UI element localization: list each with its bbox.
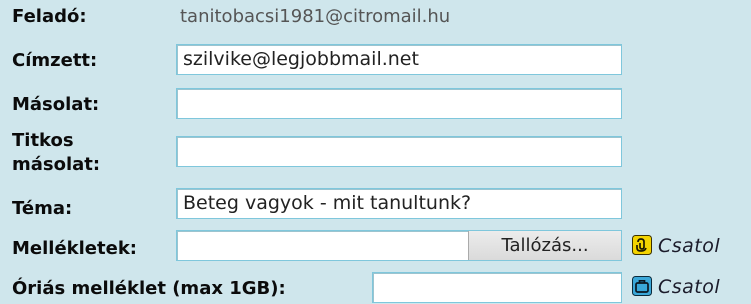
big-attachment-field[interactable] (372, 272, 622, 303)
attachment-file-field[interactable]: Tallózás... (176, 230, 622, 261)
bcc-field[interactable] (176, 136, 622, 167)
from-label: Feladó: (12, 6, 87, 27)
attach-label: Csatol (658, 235, 721, 257)
subject-field[interactable]: Beteg vagyok - mit tanultunk? (176, 188, 622, 219)
to-label: Címzett: (12, 50, 98, 71)
attach-button[interactable]: Csatol (632, 235, 720, 257)
attachments-label: Mellékletek: (12, 238, 137, 259)
from-value: tanitobacsi1981@citromail.hu (180, 6, 451, 27)
big-attach-label: Csatol (658, 276, 721, 298)
cc-field[interactable] (176, 88, 622, 119)
cc-label: Másolat: (12, 94, 100, 115)
subject-label: Téma: (12, 198, 73, 219)
bcc-label-line1: Titkos (12, 130, 74, 151)
briefcase-icon (632, 276, 652, 296)
to-field[interactable]: szilvike@legjobbmail.net (176, 44, 622, 75)
browse-button[interactable]: Tallózás... (468, 231, 621, 260)
paperclip-icon (632, 235, 652, 255)
big-attach-button[interactable]: Csatol (632, 276, 720, 298)
big-attachment-label: Óriás melléklet (max 1GB): (12, 278, 286, 299)
bcc-label-line2: másolat: (12, 154, 101, 175)
